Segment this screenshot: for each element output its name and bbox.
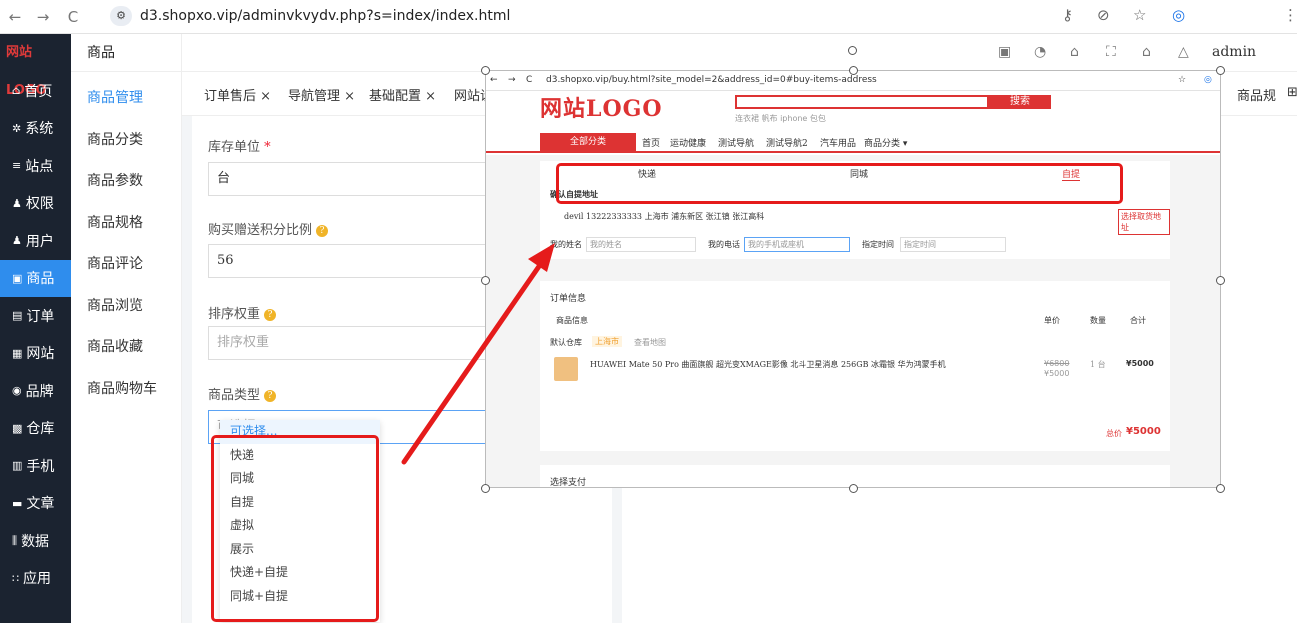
annotation-arrow xyxy=(401,243,555,465)
